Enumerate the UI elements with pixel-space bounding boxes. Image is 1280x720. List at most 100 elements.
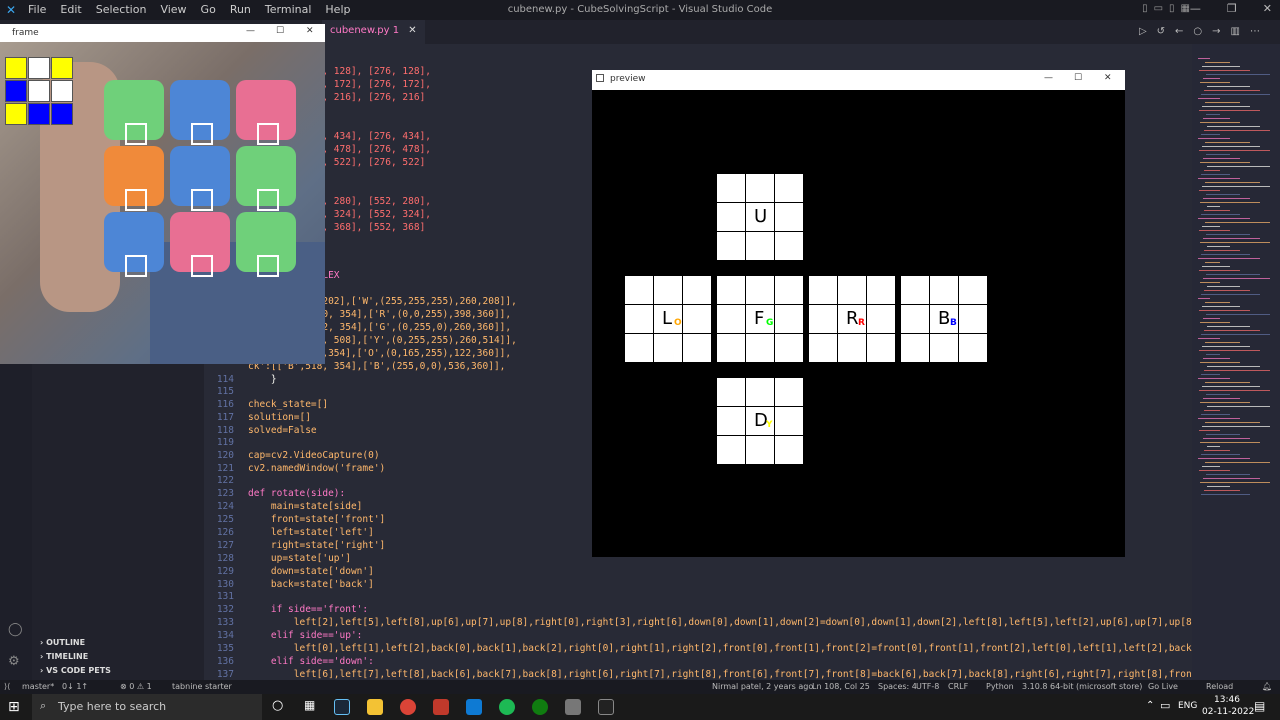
- facelet-cell: [717, 232, 745, 260]
- facelet-cell: [746, 378, 774, 406]
- close-tab-icon[interactable]: ✕: [408, 25, 416, 36]
- restore-button[interactable]: ❐: [1227, 2, 1237, 15]
- code-line[interactable]: up=state['up']: [248, 553, 351, 564]
- minimap-line: [1206, 274, 1260, 275]
- clock-date[interactable]: 02-11-2022: [1202, 707, 1254, 717]
- minimap-line: [1198, 298, 1210, 299]
- start-windows-icon[interactable]: ⊞: [8, 699, 20, 715]
- minimap-line: [1205, 102, 1240, 103]
- code-line[interactable]: main=state[side]: [248, 501, 363, 512]
- preview-window[interactable]: preview — ☐ ✕ ULOFGRRBBDY: [592, 70, 1125, 557]
- code-line[interactable]: left[0],left[1],left[2],back[0],back[1],…: [248, 643, 1192, 654]
- toggle-sidebar-icon[interactable]: ▯: [1142, 3, 1148, 14]
- line-ending[interactable]: CRLF: [948, 682, 968, 691]
- detected-color-swatch: [51, 57, 73, 79]
- frame-window[interactable]: frame — ☐ ✕: [0, 24, 325, 364]
- code-line[interactable]: right=state['right']: [248, 540, 385, 551]
- frame-minimize-button[interactable]: —: [246, 26, 255, 36]
- code-line[interactable]: def rotate(side):: [248, 488, 345, 499]
- code-line[interactable]: back=state['back']: [248, 579, 374, 590]
- branch-indicator[interactable]: master*: [22, 682, 54, 691]
- git-blame[interactable]: Nirmal patel, 2 years ago: [712, 682, 813, 691]
- code-line[interactable]: left[2],left[5],left[8],up[6],up[7],up[8…: [248, 617, 1192, 628]
- code-line[interactable]: cap=cv2.VideoCapture(0): [248, 450, 380, 461]
- chrome-icon[interactable]: [400, 699, 416, 715]
- sync-indicator[interactable]: 0↓ 1↑: [62, 682, 88, 691]
- reload-button[interactable]: Reload: [1206, 682, 1233, 691]
- split-editor-icon[interactable]: ▥: [1231, 26, 1240, 37]
- minimap-line: [1201, 374, 1220, 375]
- encoding[interactable]: UTF-8: [916, 682, 939, 691]
- code-line[interactable]: }: [248, 374, 277, 385]
- preview-close-button[interactable]: ✕: [1104, 73, 1112, 83]
- notifications-bell-icon[interactable]: 🔔︎: [1262, 682, 1272, 691]
- cortana-icon[interactable]: ○: [272, 698, 283, 713]
- language-indicator[interactable]: ENG: [1178, 701, 1197, 711]
- preview-maximize-button[interactable]: ☐: [1074, 73, 1082, 83]
- account-icon[interactable]: ◯: [8, 622, 24, 638]
- cursor-position[interactable]: Ln 108, Col 25: [812, 682, 870, 691]
- spotify-icon[interactable]: [499, 699, 515, 715]
- terminal-icon[interactable]: [598, 699, 614, 715]
- code-line[interactable]: left[6],left[7],left[8],back[6],back[7],…: [248, 669, 1192, 680]
- clock-time[interactable]: 13:46: [1214, 695, 1240, 705]
- code-line[interactable]: if side=='front':: [248, 604, 368, 615]
- file-explorer-icon[interactable]: [367, 699, 383, 715]
- preview-minimize-button[interactable]: —: [1044, 73, 1053, 83]
- run-icon[interactable]: ▷: [1139, 26, 1147, 37]
- detected-color-swatch: [5, 80, 27, 102]
- frame-close-button[interactable]: ✕: [306, 26, 314, 36]
- sidebar-section-outline[interactable]: › OUTLINE: [40, 638, 85, 647]
- minimap-line: [1204, 250, 1240, 251]
- game-app-icon[interactable]: [433, 699, 449, 715]
- code-line[interactable]: cv2.namedWindow('frame'): [248, 463, 385, 474]
- code-line[interactable]: solution=[]: [248, 412, 311, 423]
- action-center-icon[interactable]: ▤: [1254, 699, 1265, 713]
- close-button[interactable]: ✕: [1263, 2, 1272, 15]
- taskbar-search[interactable]: ⌕ Type here to search: [32, 694, 262, 720]
- minimap-line: [1207, 166, 1270, 167]
- python-window-icon[interactable]: [565, 699, 581, 715]
- language-mode[interactable]: Python: [986, 682, 1014, 691]
- minimap-line: [1205, 342, 1240, 343]
- minimize-button[interactable]: —: [1190, 2, 1201, 15]
- code-line[interactable]: front=state['front']: [248, 514, 385, 525]
- tabnine-indicator[interactable]: tabnine starter: [172, 682, 232, 691]
- minimap[interactable]: [1192, 44, 1280, 680]
- python-interpreter[interactable]: 3.10.8 64-bit (microsoft store): [1022, 682, 1142, 691]
- facelet-cell: [959, 276, 987, 304]
- code-line[interactable]: left=state['left']: [248, 527, 374, 538]
- back-icon[interactable]: ←: [1175, 26, 1183, 37]
- toggle-panel-icon[interactable]: ▭: [1154, 3, 1163, 14]
- xbox-icon[interactable]: [532, 699, 548, 715]
- forward-icon[interactable]: →: [1212, 26, 1220, 37]
- task-view-icon[interactable]: ▦: [304, 698, 315, 712]
- frame-maximize-button[interactable]: ☐: [276, 26, 284, 36]
- code-line[interactable]: solved=False: [248, 425, 317, 436]
- more-actions-icon[interactable]: ⋯: [1250, 26, 1260, 37]
- go-live-button[interactable]: Go Live: [1148, 682, 1178, 691]
- minimap-line: [1200, 122, 1240, 123]
- code-line[interactable]: down=state['down']: [248, 566, 374, 577]
- code-line[interactable]: elif side=='down':: [248, 656, 374, 667]
- facelet-cell: [775, 203, 803, 231]
- settings-gear-icon[interactable]: ⚙: [8, 654, 24, 670]
- code-line[interactable]: check_state=[]: [248, 399, 328, 410]
- indentation[interactable]: Spaces: 4: [878, 682, 917, 691]
- tab-cubenew[interactable]: cubenew.py 1 ✕: [322, 20, 425, 44]
- remote-icon[interactable]: ⟩⟨: [4, 682, 10, 691]
- vscode-taskbar-icon[interactable]: [466, 699, 482, 715]
- show-hidden-icons-icon[interactable]: ⌃: [1146, 700, 1154, 711]
- sidebar-section-pets[interactable]: › VS CODE PETS: [40, 666, 111, 675]
- problems-indicator[interactable]: ⊗ 0 ⚠ 1: [120, 682, 152, 691]
- network-icon[interactable]: ▭: [1160, 699, 1170, 712]
- minimap-line: [1198, 218, 1250, 219]
- toggle-secondary-sidebar-icon[interactable]: ▯: [1169, 3, 1175, 14]
- code-line[interactable]: elif side=='up':: [248, 630, 363, 641]
- steam-icon[interactable]: [334, 699, 350, 715]
- history-icon[interactable]: ↺: [1157, 26, 1165, 37]
- customize-layout-icon[interactable]: ▦: [1181, 3, 1190, 14]
- sidebar-section-timeline[interactable]: › TIMELINE: [40, 652, 88, 661]
- circle-icon[interactable]: ○: [1193, 26, 1202, 37]
- face-label: U: [754, 206, 768, 227]
